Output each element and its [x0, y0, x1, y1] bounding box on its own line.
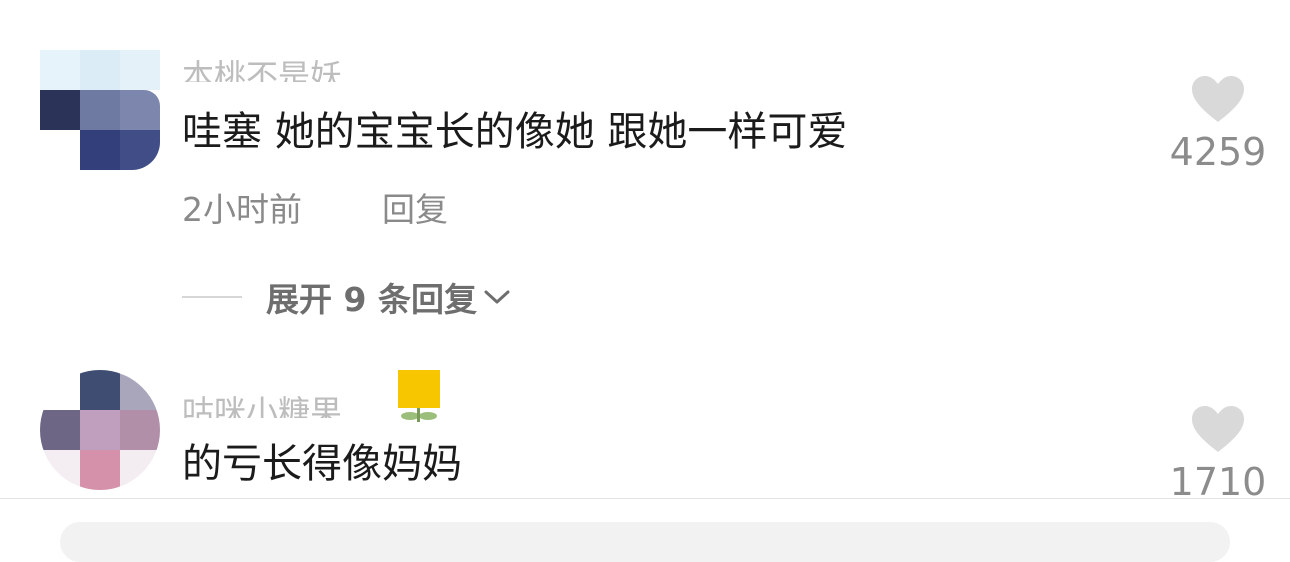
heart-icon	[1192, 406, 1244, 452]
expand-replies-button[interactable]: 展开 9 条回复	[182, 272, 511, 322]
timestamp: 2小时前	[182, 190, 302, 229]
comment-input-bar[interactable]	[60, 522, 1230, 562]
divider	[0, 498, 1290, 499]
avatar[interactable]	[40, 370, 160, 490]
comment-text: 哇塞 她的宝宝长的像她 跟她一样可爱	[182, 109, 848, 155]
divider-line	[182, 296, 242, 298]
chevron-down-icon	[484, 290, 510, 304]
comment-text: 的亏长得像妈妈	[182, 441, 462, 487]
like-button[interactable]: 4259	[1168, 74, 1268, 174]
like-count: 4259	[1169, 130, 1267, 174]
badge-icon	[398, 370, 440, 422]
avatar[interactable]	[40, 50, 160, 170]
expand-replies-label: 展开 9 条回复	[266, 280, 477, 319]
reply-button[interactable]: 回复	[382, 188, 448, 232]
username[interactable]: 咕咪小糖果	[182, 392, 342, 418]
username[interactable]: 本桃不是妖	[182, 56, 342, 82]
like-button[interactable]: 1710	[1168, 404, 1268, 504]
heart-icon	[1192, 76, 1244, 122]
